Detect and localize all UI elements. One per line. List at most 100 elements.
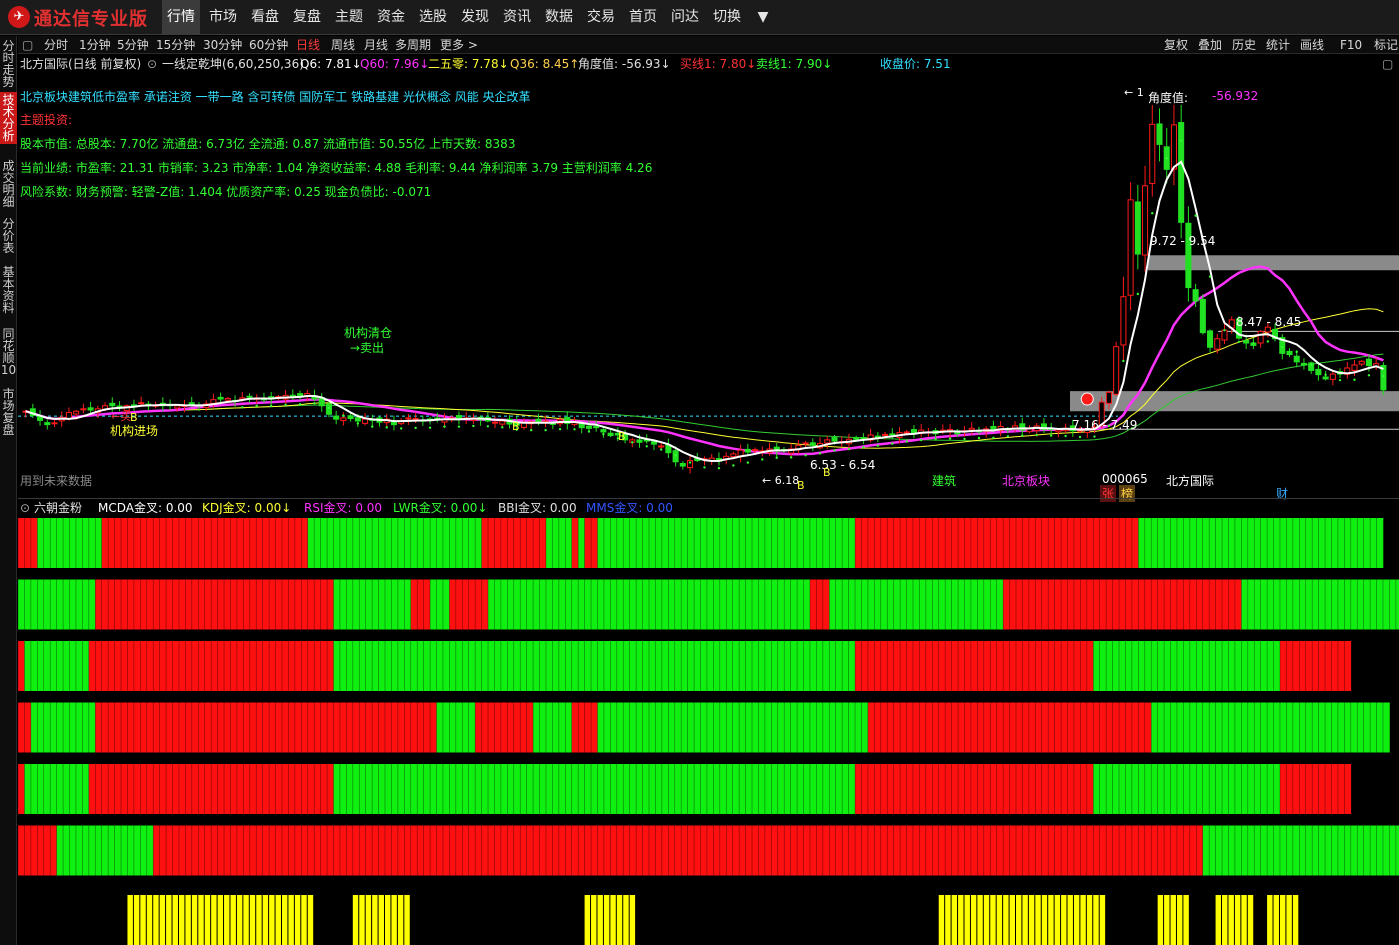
period-daily[interactable]: 日线 [296, 36, 320, 54]
trail-dot [862, 445, 865, 449]
indicator-collapse-icon[interactable]: ⊙ [147, 56, 157, 72]
strip-cell [661, 764, 669, 814]
strip-cell [919, 825, 927, 876]
strip-cell [468, 764, 476, 814]
menu-shouye[interactable]: 首页 [624, 0, 662, 35]
btn-diejia[interactable]: 叠加 [1198, 36, 1222, 54]
menu-jiaoyi[interactable]: 交易 [582, 0, 620, 35]
yellow-signal-bar [591, 895, 597, 945]
indicator-strips[interactable] [18, 516, 1399, 945]
strip-cell [925, 825, 933, 876]
btn-lishi[interactable]: 历史 [1232, 36, 1256, 54]
btn-tongji[interactable]: 统计 [1266, 36, 1290, 54]
strip-cell [1247, 825, 1255, 876]
nav-price-table[interactable]: 分价表 [0, 216, 17, 256]
app-brand: 通达信专业版 [34, 9, 148, 30]
strip-cell [887, 825, 894, 876]
strip-cell [1337, 518, 1345, 568]
menu-zhuti[interactable]: 主题 [330, 0, 368, 35]
strip-cell [1260, 764, 1268, 814]
strip-cell [668, 641, 676, 691]
tag-build[interactable]: 建筑 [932, 472, 956, 489]
strip-cell [1215, 825, 1223, 876]
menu-dropdown-icon[interactable]: ▼ [752, 0, 774, 35]
strip-cell [526, 702, 534, 753]
nav-market-review[interactable]: 市场复盘 [0, 386, 17, 438]
nav-technical-analysis[interactable]: 技术分析 [0, 92, 17, 144]
strip-cell [816, 764, 824, 814]
strip-cell [230, 518, 238, 568]
trail-dot [1049, 434, 1053, 437]
strip-cell [417, 887, 424, 937]
nav-trade-details[interactable]: 成交明细 [0, 158, 17, 210]
nav-basic-info[interactable]: 基本资料 [0, 264, 17, 316]
period-1min[interactable]: 1分钟 [79, 36, 111, 54]
strip-cell [327, 702, 334, 753]
menu-shichang[interactable]: 市场 [204, 0, 242, 35]
strip-cell [262, 641, 270, 691]
strip-cell [777, 641, 785, 691]
strip-cell [964, 764, 972, 814]
strip-cell [153, 518, 160, 568]
menu-zijin[interactable]: 资金 [372, 0, 410, 35]
strip-cell [880, 641, 888, 691]
period-monthly[interactable]: 月线 [364, 36, 388, 54]
candle-body [80, 408, 87, 411]
period-30min[interactable]: 30分钟 [203, 36, 242, 54]
period-multi[interactable]: 多周期 [395, 36, 431, 54]
strip-cell [771, 764, 779, 814]
period-5min[interactable]: 5分钟 [117, 36, 149, 54]
strip-cell [30, 702, 38, 753]
panel-divider[interactable] [18, 498, 1399, 499]
period-fenshi[interactable]: 分时 [44, 36, 68, 54]
strip-cell [520, 518, 527, 568]
strip-cell [726, 764, 733, 814]
period-15min[interactable]: 15分钟 [156, 36, 195, 54]
menu-xuangu[interactable]: 选股 [414, 0, 452, 35]
strip-cell [848, 764, 856, 814]
strip-cell [1003, 579, 1010, 630]
price-chart[interactable] [18, 72, 1399, 498]
panel-close-icon[interactable]: ▢ [1382, 56, 1393, 72]
strip-cell [1099, 825, 1107, 876]
btn-biaoji[interactable]: 标记 [1374, 36, 1398, 54]
btn-f10[interactable]: F10 [1340, 36, 1362, 54]
strip-cell [578, 518, 585, 568]
menu-wenda[interactable]: 问达 [666, 0, 704, 35]
menu-faxian[interactable]: 发现 [456, 0, 494, 35]
menu-fupan[interactable]: 复盘 [288, 0, 326, 35]
nav-ths10[interactable]: 同花顺10 [0, 326, 17, 378]
toolbar-toggle-icon[interactable]: ▢ [22, 36, 33, 54]
strip-cell [533, 702, 540, 753]
menu-zixun[interactable]: 资讯 [498, 0, 536, 35]
strip-cell [24, 641, 32, 691]
btn-huaxian[interactable]: 画线 [1300, 36, 1324, 54]
indicator-collapse-icon[interactable]: ⊙ [20, 500, 30, 516]
strip-cell [436, 641, 444, 691]
strip-cell [797, 825, 804, 876]
period-60min[interactable]: 60分钟 [249, 36, 288, 54]
strip-cell [397, 518, 405, 568]
tag-beijing[interactable]: 北京板块 [1002, 472, 1050, 489]
period-more[interactable]: 更多 > [440, 36, 478, 54]
strip-cell [880, 764, 888, 814]
strip-cell [236, 579, 244, 630]
candle-body [853, 437, 860, 440]
strip-cell [301, 764, 309, 814]
menu-qiehuan[interactable]: 切换 [708, 0, 746, 35]
menu-kanpan[interactable]: 看盘 [246, 0, 284, 35]
strip-cell [269, 641, 276, 691]
strip-cell [507, 641, 515, 691]
btn-fuquan[interactable]: 复权 [1164, 36, 1188, 54]
strip-cell [442, 579, 450, 630]
strip-cell [133, 641, 141, 691]
nav-intraday[interactable]: 分时走势 [0, 38, 17, 90]
period-weekly[interactable]: 周线 [331, 36, 355, 54]
strip-cell [320, 518, 328, 568]
strip-cell [880, 518, 888, 568]
strip-cell [674, 764, 682, 814]
yellow-signal-bar [597, 895, 603, 945]
strip-cell [945, 518, 952, 568]
menu-hangqing[interactable]: 行情 [162, 0, 200, 35]
menu-shuju[interactable]: 数据 [540, 0, 578, 35]
